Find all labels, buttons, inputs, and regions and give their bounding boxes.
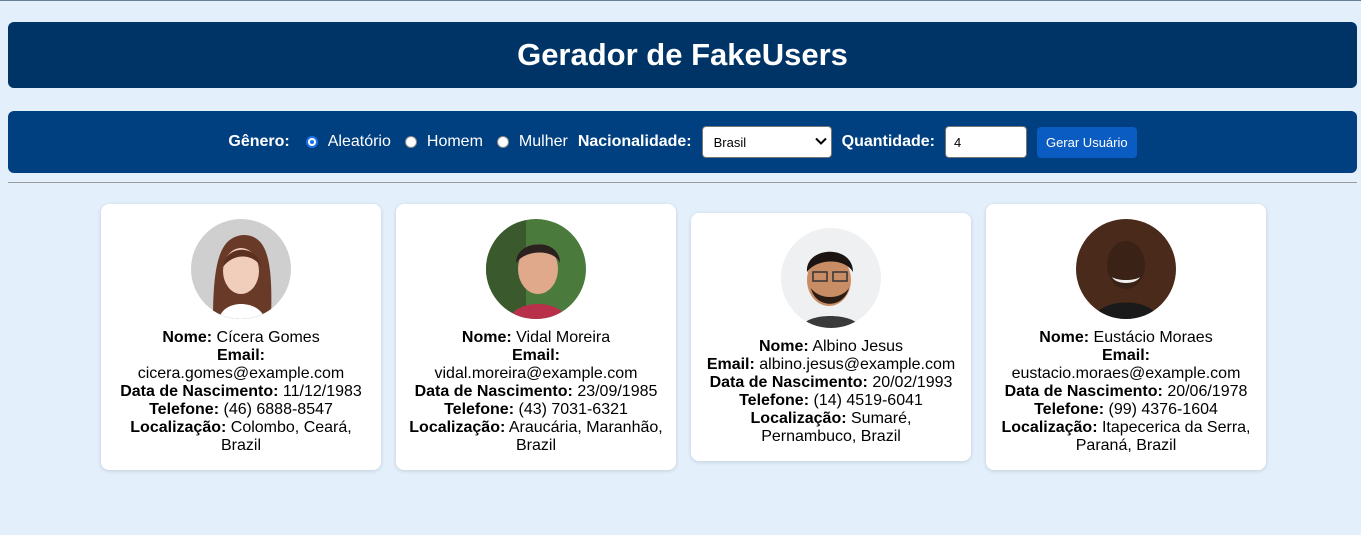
user-email: eustacio.moraes@example.com — [1011, 365, 1241, 382]
page-title: Gerador de FakeUsers — [517, 37, 848, 72]
location-line: Localização: Sumaré, Pernambuco, Brazil — [701, 410, 961, 446]
phone-line: Telefone: (14) 4519-6041 — [701, 392, 961, 410]
radio-mulher[interactable]: Mulher — [496, 133, 568, 151]
quantity-input[interactable] — [944, 126, 1027, 158]
top-border — [0, 0, 1361, 1]
controls-bar: Gênero: Aleatório Homem Mulher Nacionali… — [8, 111, 1357, 173]
location-label: Localização: — [1001, 419, 1098, 436]
user-name: Vidal Moreira — [516, 329, 611, 346]
location-line: Localização: Colombo, Ceará, Brazil — [111, 419, 371, 455]
user-card: Nome: Cícera Gomes Email: cicera.gomes@e… — [101, 204, 381, 470]
radio-aleatorio[interactable]: Aleatório — [305, 133, 391, 151]
radio-button-checked[interactable] — [305, 136, 318, 148]
birth-label: Data de Nascimento: — [1004, 383, 1163, 400]
nationality-label: Nacionalidade: — [577, 133, 692, 150]
radio-label-mulher: Mulher — [518, 133, 568, 150]
user-phone: (99) 4376-1604 — [1108, 401, 1218, 418]
user-birth: 20/02/1993 — [872, 374, 953, 391]
user-name-line: Nome: Vidal Moreira — [406, 329, 666, 347]
birth-line: Data de Nascimento: 20/06/1978 — [996, 383, 1256, 401]
nationality-value: Brasil — [713, 134, 747, 150]
gender-label: Gênero: — [228, 133, 290, 150]
name-label: Nome: — [758, 338, 809, 355]
email-label: Email: — [216, 347, 265, 364]
user-avatar — [191, 219, 291, 319]
location-label: Localização: — [409, 419, 506, 436]
user-email: cicera.gomes@example.com — [137, 365, 345, 382]
email-label-line: Email: — [406, 347, 666, 365]
email-label: Email: — [511, 347, 560, 364]
user-location: Colombo, Ceará, Brazil — [220, 419, 352, 454]
generate-user-button[interactable]: Gerar Usuário — [1036, 126, 1137, 158]
chevron-down-icon — [814, 136, 827, 148]
phone-line: Telefone: (43) 7031-6321 — [406, 401, 666, 419]
user-phone: (43) 7031-6321 — [518, 401, 628, 418]
birth-line: Data de Nascimento: 23/09/1985 — [406, 383, 666, 401]
user-email: vidal.moreira@example.com — [434, 365, 638, 382]
user-birth: 20/06/1978 — [1167, 383, 1248, 400]
radio-label-homem: Homem — [426, 133, 483, 150]
user-location: Araucária, Maranhão, Brazil — [508, 419, 663, 454]
birth-label: Data de Nascimento: — [709, 374, 868, 391]
birth-label: Data de Nascimento: — [414, 383, 573, 400]
phone-label: Telefone: — [444, 401, 515, 418]
phone-label: Telefone: — [739, 392, 810, 409]
radio-button[interactable] — [404, 136, 417, 148]
birth-label: Data de Nascimento: — [120, 383, 279, 400]
email-label: Email: — [1101, 347, 1150, 364]
location-label: Localização: — [130, 419, 227, 436]
phone-label: Telefone: — [1034, 401, 1105, 418]
email-label-line: Email: — [996, 347, 1256, 365]
user-avatar — [1076, 219, 1176, 319]
user-name: Albino Jesus — [812, 338, 904, 355]
user-phone: (14) 4519-6041 — [813, 392, 923, 409]
user-avatar — [486, 219, 586, 319]
user-location: Itapecerica da Serra, Paraná, Brazil — [1075, 419, 1251, 454]
phone-label: Telefone: — [149, 401, 220, 418]
email-line: Email: albino.jesus@example.com — [701, 356, 961, 374]
user-name: Eustácio Moraes — [1093, 329, 1213, 346]
nationality-select[interactable]: Brasil — [701, 126, 832, 158]
birth-line: Data de Nascimento: 11/12/1983 — [111, 383, 371, 401]
name-label: Nome: — [162, 329, 213, 346]
user-card: Nome: Eustácio Moraes Email: eustacio.mo… — [986, 204, 1266, 470]
user-avatar — [781, 228, 881, 328]
user-birth: 11/12/1983 — [282, 383, 362, 400]
user-name: Cícera Gomes — [216, 329, 320, 346]
phone-line: Telefone: (46) 6888-8547 — [111, 401, 371, 419]
user-name-line: Nome: Cícera Gomes — [111, 329, 371, 347]
email-label: Email: — [706, 356, 755, 373]
user-card: Nome: Albino Jesus Email: albino.jesus@e… — [691, 213, 971, 461]
user-name-line: Nome: Albino Jesus — [701, 338, 961, 356]
user-birth: 23/09/1985 — [577, 383, 658, 400]
quantity-label: Quantidade: — [841, 133, 935, 150]
email-label-line: Email: — [111, 347, 371, 365]
radio-button[interactable] — [496, 136, 509, 148]
page-header: Gerador de FakeUsers — [8, 22, 1357, 88]
name-label: Nome: — [461, 329, 512, 346]
user-phone: (46) 6888-8547 — [223, 401, 333, 418]
birth-line: Data de Nascimento: 20/02/1993 — [701, 374, 961, 392]
user-name-line: Nome: Eustácio Moraes — [996, 329, 1256, 347]
user-email: albino.jesus@example.com — [759, 356, 956, 373]
location-line: Localização: Araucária, Maranhão, Brazil — [406, 419, 666, 455]
user-card: Nome: Vidal Moreira Email: vidal.moreira… — [396, 204, 676, 470]
divider — [8, 182, 1357, 183]
name-label: Nome: — [1039, 329, 1090, 346]
radio-homem[interactable]: Homem — [404, 133, 483, 151]
radio-label-aleatorio: Aleatório — [327, 133, 391, 150]
phone-line: Telefone: (99) 4376-1604 — [996, 401, 1256, 419]
location-label: Localização: — [750, 410, 847, 427]
location-line: Localização: Itapecerica da Serra, Paran… — [996, 419, 1256, 455]
